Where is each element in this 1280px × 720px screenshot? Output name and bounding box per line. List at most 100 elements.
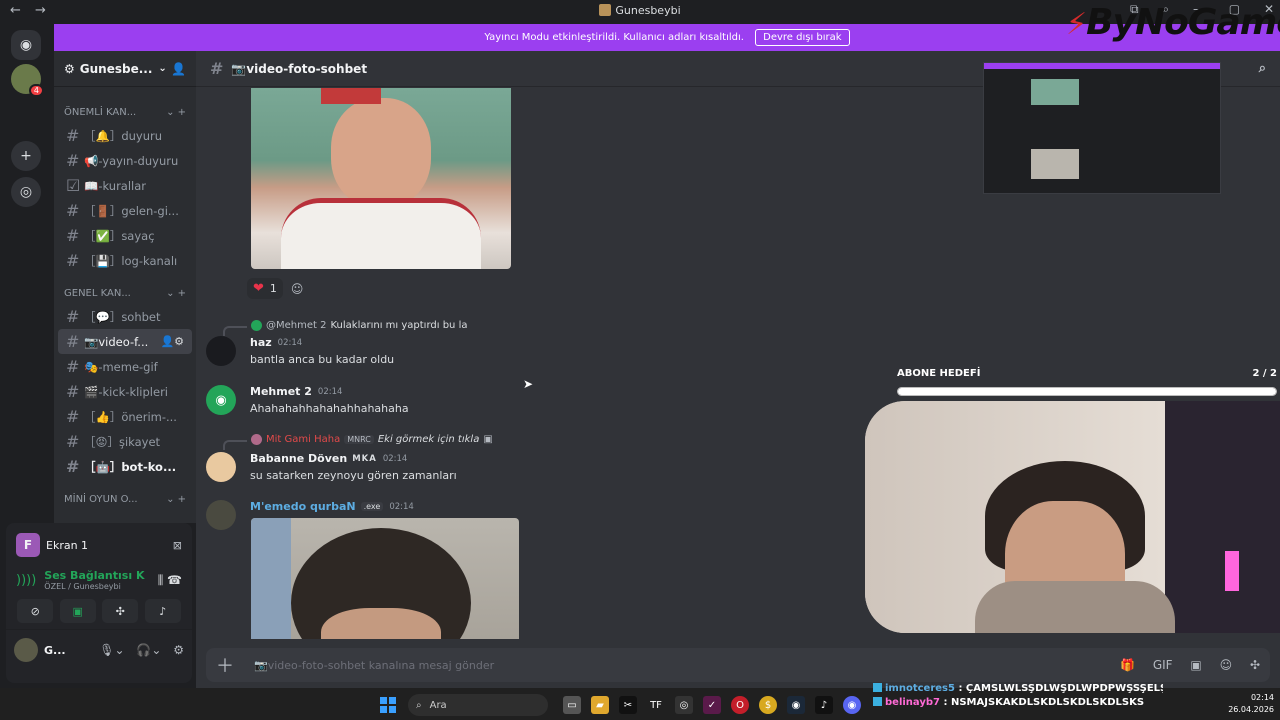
reply-preview[interactable]: @Mehmet 2 Kulaklarını mı yaptırdı bu la [223,320,467,336]
taskbar-search[interactable]: ⌕ Ara [408,694,548,716]
avatar[interactable] [206,452,236,482]
avatar[interactable]: ◉ [206,385,236,415]
file-explorer-icon[interactable]: ▰ [591,696,609,714]
server-icon[interactable]: 4 [11,64,44,97]
avatar[interactable] [206,336,236,366]
add-channel-icon[interactable]: ⌄ + [166,288,186,299]
app-icon[interactable]: ◎ [675,696,693,714]
tiktok-icon[interactable]: ♪ [815,696,833,714]
settings-gear-icon[interactable]: ⚙ [173,643,184,657]
hash-icon: # [66,201,80,220]
channel-duyuru[interactable]: # ［🔔］duyuru [58,123,192,148]
disable-streamer-mode-button[interactable]: Devre dışı bırak [755,29,850,46]
gift-icon[interactable]: 🎁 [1120,658,1135,672]
hash-icon: # [66,307,80,326]
soundboard-icon[interactable]: ♪ [144,599,181,623]
hash-icon: # [210,59,224,78]
add-user-icon[interactable]: 👤 [171,62,186,76]
hash-icon: # [66,357,80,376]
app-icon[interactable]: TF [647,696,665,714]
attach-plus-icon[interactable]: ＋ [216,652,234,678]
category-mini-oyun[interactable]: MİNİ OYUN O... ⌄ + [54,488,196,510]
voice-status[interactable]: Ses Bağlantısı K [44,569,144,582]
add-channel-icon[interactable]: ⌄ + [166,107,186,118]
channel-kick-klipleri[interactable]: # 🎬-kick-klipleri [58,379,192,404]
app-icon[interactable]: ✓ [703,696,721,714]
emoji-icon[interactable]: ☺ [1220,658,1233,672]
system-tray: 02:14 26.04.2026 [1228,692,1274,716]
preview-banner [984,63,1220,69]
message-header: M'emedo qurbaN .exe 02:14 [250,500,414,513]
channel-onerim[interactable]: # ［👍］önerim-... [58,404,192,429]
add-server-icon[interactable]: + [11,141,41,171]
attachment-image[interactable] [251,518,519,639]
channel-log-kanali[interactable]: # ［💾］log-kanalı [58,248,192,273]
sub-goal-label: ABONE HEDEFİ [897,368,981,379]
add-channel-icon[interactable]: ⌄ + [166,494,186,505]
preview-image [1031,79,1079,105]
channel-settings-icon[interactable]: 👤⚙ [160,335,184,348]
activities-icon[interactable]: ✣ [102,599,139,623]
apps-icon[interactable]: ✣ [1250,658,1260,672]
category-general[interactable]: GENEL KAN... ⌄ + [54,282,196,304]
reply-tag: MNRC [344,435,374,444]
gif-icon[interactable]: GIF [1153,658,1173,672]
author-name[interactable]: Babanne Döven [250,452,347,465]
headphones-icon[interactable]: 🎧⌄ [136,643,161,657]
channel-sayac[interactable]: # ［✅］sayaç [58,223,192,248]
channel-kurallar[interactable]: ☑ 📖-kurallar [58,173,192,198]
task-view-icon[interactable]: ▭ [563,696,581,714]
signal-icon: )))) [16,572,37,588]
reply-avatar [251,434,262,445]
channel-sohbet[interactable]: # ［💬］sohbet [58,304,192,329]
microphone-icon[interactable]: 🎙⌄ [99,643,124,657]
clock-date[interactable]: 26.04.2026 [1228,704,1274,716]
discord-icon[interactable]: ◉ [843,696,861,714]
reply-preview[interactable]: Mit Gami Haha MNRC Eki görmek için tıkla… [223,434,493,450]
message-header: haz 02:14 [250,336,394,349]
channel-gelen-giden[interactable]: # ［🚪］gelen-gi... [58,198,192,223]
windows-start-icon[interactable] [380,697,396,713]
clock-time[interactable]: 02:14 [1228,692,1274,704]
author-name[interactable]: haz [250,336,272,349]
guild-header[interactable]: ⚙ Gunesbe... ⌄ 👤 [54,51,196,87]
stream-preview-thumbnail [983,62,1221,194]
stream-preview[interactable]: F Ekran 1 ⊠ [6,523,192,567]
heart-icon: ❤ [253,281,264,296]
reaction-heart[interactable]: ❤ 1 [247,278,283,299]
discord-home-icon[interactable]: ◉ [11,30,41,60]
message-input[interactable]: 📷video-foto-sohbet kanalına mesaj gönder [254,659,494,672]
capcut-icon[interactable]: ✂ [619,696,637,714]
camera-off-icon[interactable]: ⊘ [17,599,54,623]
chat-line: imnotceres5 : ÇAMSLWLSŞDLWŞDLWPDPWŞSŞELŞ… [873,683,1163,697]
timestamp: 02:14 [382,453,408,464]
avatar[interactable] [14,638,38,662]
attachment-image[interactable] [251,88,511,269]
app-icon[interactable]: $ [759,696,777,714]
channel-video-foto-sohbet[interactable]: # 📷video-f... 👤⚙ [58,329,192,354]
channel-bot-komut[interactable]: # ［🤖］bot-ko... [58,454,192,479]
author-name[interactable]: Mehmet 2 [250,385,312,398]
guild-name: Gunesbe... [79,61,153,76]
explore-icon[interactable]: ◎ [11,177,41,207]
avatar[interactable] [206,500,236,530]
channel-meme-gif[interactable]: # 🎭-meme-gif [58,354,192,379]
banner-text: Yayıncı Modu etkinleştirildi. Kullanıcı … [484,32,744,43]
reaction-bar: ❤ 1 ☺ [247,278,303,299]
author-name[interactable]: M'emedo qurbaN [250,500,356,513]
channel-yayin-duyuru[interactable]: # 📢-yayın-duyuru [58,148,192,173]
sticker-icon[interactable]: ▣ [1190,658,1201,672]
screen-share-icon[interactable]: ▣ [59,599,96,623]
add-reaction-icon[interactable]: ☺ [291,282,304,296]
reply-spine [223,326,247,336]
search-icon[interactable]: ⌕ [1259,61,1266,76]
disconnect-icon[interactable]: ⫼ ☎ [158,573,182,588]
close-stream-icon[interactable]: ⊠ [173,539,182,552]
channel-sikayet[interactable]: # ［😡］şikayet [58,429,192,454]
opera-icon[interactable]: O [731,696,749,714]
reply-avatar [251,320,262,331]
category-important[interactable]: ÖNEMLİ KAN... ⌄ + [54,101,196,123]
user-name: G... [44,643,66,657]
server-avatar-icon [599,4,612,16]
steam-icon[interactable]: ◉ [787,696,805,714]
